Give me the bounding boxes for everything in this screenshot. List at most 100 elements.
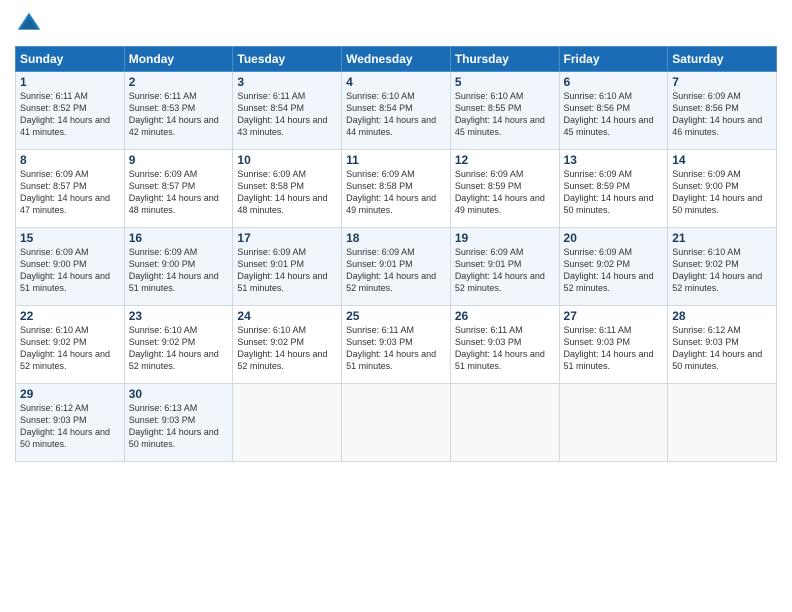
day-info: Sunrise: 6:10 AM Sunset: 9:02 PM Dayligh… bbox=[672, 246, 772, 295]
sunset: Sunset: 9:02 PM bbox=[672, 259, 739, 269]
sunrise: Sunrise: 6:10 AM bbox=[20, 325, 89, 335]
day-cell: 24 Sunrise: 6:10 AM Sunset: 9:02 PM Dayl… bbox=[233, 306, 342, 384]
day-number: 23 bbox=[129, 309, 229, 323]
day-info: Sunrise: 6:13 AM Sunset: 9:03 PM Dayligh… bbox=[129, 402, 229, 451]
sunrise: Sunrise: 6:09 AM bbox=[672, 169, 741, 179]
sunset: Sunset: 9:00 PM bbox=[129, 259, 196, 269]
sunrise: Sunrise: 6:10 AM bbox=[564, 91, 633, 101]
day-info: Sunrise: 6:09 AM Sunset: 8:59 PM Dayligh… bbox=[455, 168, 555, 217]
sunrise: Sunrise: 6:10 AM bbox=[237, 325, 306, 335]
daylight: Daylight: 14 hours and 51 minutes. bbox=[237, 271, 327, 293]
day-cell: 22 Sunrise: 6:10 AM Sunset: 9:02 PM Dayl… bbox=[16, 306, 125, 384]
day-cell: 18 Sunrise: 6:09 AM Sunset: 9:01 PM Dayl… bbox=[342, 228, 451, 306]
daylight: Daylight: 14 hours and 43 minutes. bbox=[237, 115, 327, 137]
day-info: Sunrise: 6:09 AM Sunset: 9:02 PM Dayligh… bbox=[564, 246, 664, 295]
week-row-1: 1 Sunrise: 6:11 AM Sunset: 8:52 PM Dayli… bbox=[16, 72, 777, 150]
day-cell: 23 Sunrise: 6:10 AM Sunset: 9:02 PM Dayl… bbox=[124, 306, 233, 384]
logo-icon bbox=[15, 10, 43, 38]
sunset: Sunset: 9:00 PM bbox=[20, 259, 87, 269]
day-info: Sunrise: 6:09 AM Sunset: 8:59 PM Dayligh… bbox=[564, 168, 664, 217]
sunrise: Sunrise: 6:09 AM bbox=[237, 247, 306, 257]
day-info: Sunrise: 6:11 AM Sunset: 8:54 PM Dayligh… bbox=[237, 90, 337, 139]
daylight: Daylight: 14 hours and 52 minutes. bbox=[455, 271, 545, 293]
day-number: 25 bbox=[346, 309, 446, 323]
day-cell bbox=[233, 384, 342, 462]
daylight: Daylight: 14 hours and 52 minutes. bbox=[20, 349, 110, 371]
day-cell: 4 Sunrise: 6:10 AM Sunset: 8:54 PM Dayli… bbox=[342, 72, 451, 150]
day-cell: 20 Sunrise: 6:09 AM Sunset: 9:02 PM Dayl… bbox=[559, 228, 668, 306]
day-number: 4 bbox=[346, 75, 446, 89]
sunrise: Sunrise: 6:09 AM bbox=[20, 247, 89, 257]
day-info: Sunrise: 6:11 AM Sunset: 9:03 PM Dayligh… bbox=[455, 324, 555, 373]
daylight: Daylight: 14 hours and 52 minutes. bbox=[346, 271, 436, 293]
sunrise: Sunrise: 6:11 AM bbox=[564, 325, 632, 335]
week-row-3: 15 Sunrise: 6:09 AM Sunset: 9:00 PM Dayl… bbox=[16, 228, 777, 306]
sunset: Sunset: 8:58 PM bbox=[346, 181, 413, 191]
day-info: Sunrise: 6:09 AM Sunset: 8:58 PM Dayligh… bbox=[237, 168, 337, 217]
day-cell: 2 Sunrise: 6:11 AM Sunset: 8:53 PM Dayli… bbox=[124, 72, 233, 150]
day-number: 28 bbox=[672, 309, 772, 323]
col-header-friday: Friday bbox=[559, 47, 668, 72]
week-row-5: 29 Sunrise: 6:12 AM Sunset: 9:03 PM Dayl… bbox=[16, 384, 777, 462]
sunset: Sunset: 8:56 PM bbox=[672, 103, 739, 113]
day-number: 26 bbox=[455, 309, 555, 323]
day-number: 29 bbox=[20, 387, 120, 401]
sunrise: Sunrise: 6:10 AM bbox=[455, 91, 524, 101]
col-header-thursday: Thursday bbox=[450, 47, 559, 72]
sunset: Sunset: 8:56 PM bbox=[564, 103, 631, 113]
day-info: Sunrise: 6:10 AM Sunset: 8:54 PM Dayligh… bbox=[346, 90, 446, 139]
daylight: Daylight: 14 hours and 45 minutes. bbox=[564, 115, 654, 137]
day-cell: 26 Sunrise: 6:11 AM Sunset: 9:03 PM Dayl… bbox=[450, 306, 559, 384]
day-info: Sunrise: 6:09 AM Sunset: 9:01 PM Dayligh… bbox=[237, 246, 337, 295]
day-cell: 17 Sunrise: 6:09 AM Sunset: 9:01 PM Dayl… bbox=[233, 228, 342, 306]
daylight: Daylight: 14 hours and 46 minutes. bbox=[672, 115, 762, 137]
sunset: Sunset: 8:59 PM bbox=[455, 181, 522, 191]
day-info: Sunrise: 6:10 AM Sunset: 9:02 PM Dayligh… bbox=[20, 324, 120, 373]
day-number: 6 bbox=[564, 75, 664, 89]
day-info: Sunrise: 6:12 AM Sunset: 9:03 PM Dayligh… bbox=[672, 324, 772, 373]
day-number: 9 bbox=[129, 153, 229, 167]
day-info: Sunrise: 6:10 AM Sunset: 9:02 PM Dayligh… bbox=[237, 324, 337, 373]
daylight: Daylight: 14 hours and 52 minutes. bbox=[237, 349, 327, 371]
day-number: 15 bbox=[20, 231, 120, 245]
sunrise: Sunrise: 6:10 AM bbox=[129, 325, 198, 335]
sunset: Sunset: 9:01 PM bbox=[346, 259, 413, 269]
sunrise: Sunrise: 6:09 AM bbox=[455, 247, 524, 257]
day-cell: 8 Sunrise: 6:09 AM Sunset: 8:57 PM Dayli… bbox=[16, 150, 125, 228]
sunrise: Sunrise: 6:09 AM bbox=[564, 247, 633, 257]
sunset: Sunset: 9:02 PM bbox=[237, 337, 304, 347]
daylight: Daylight: 14 hours and 48 minutes. bbox=[129, 193, 219, 215]
day-cell: 25 Sunrise: 6:11 AM Sunset: 9:03 PM Dayl… bbox=[342, 306, 451, 384]
day-info: Sunrise: 6:11 AM Sunset: 9:03 PM Dayligh… bbox=[564, 324, 664, 373]
daylight: Daylight: 14 hours and 48 minutes. bbox=[237, 193, 327, 215]
sunset: Sunset: 8:57 PM bbox=[20, 181, 87, 191]
day-number: 12 bbox=[455, 153, 555, 167]
daylight: Daylight: 14 hours and 41 minutes. bbox=[20, 115, 110, 137]
day-number: 10 bbox=[237, 153, 337, 167]
day-cell: 21 Sunrise: 6:10 AM Sunset: 9:02 PM Dayl… bbox=[668, 228, 777, 306]
daylight: Daylight: 14 hours and 50 minutes. bbox=[672, 193, 762, 215]
sunset: Sunset: 8:59 PM bbox=[564, 181, 631, 191]
day-info: Sunrise: 6:10 AM Sunset: 8:55 PM Dayligh… bbox=[455, 90, 555, 139]
day-number: 14 bbox=[672, 153, 772, 167]
day-info: Sunrise: 6:10 AM Sunset: 8:56 PM Dayligh… bbox=[564, 90, 664, 139]
sunset: Sunset: 8:52 PM bbox=[20, 103, 87, 113]
day-number: 13 bbox=[564, 153, 664, 167]
day-cell: 10 Sunrise: 6:09 AM Sunset: 8:58 PM Dayl… bbox=[233, 150, 342, 228]
sunset: Sunset: 9:03 PM bbox=[346, 337, 413, 347]
day-cell: 7 Sunrise: 6:09 AM Sunset: 8:56 PM Dayli… bbox=[668, 72, 777, 150]
day-cell: 15 Sunrise: 6:09 AM Sunset: 9:00 PM Dayl… bbox=[16, 228, 125, 306]
daylight: Daylight: 14 hours and 47 minutes. bbox=[20, 193, 110, 215]
day-number: 7 bbox=[672, 75, 772, 89]
sunset: Sunset: 9:03 PM bbox=[672, 337, 739, 347]
sunset: Sunset: 9:01 PM bbox=[455, 259, 522, 269]
sunrise: Sunrise: 6:12 AM bbox=[20, 403, 89, 413]
day-number: 5 bbox=[455, 75, 555, 89]
week-row-4: 22 Sunrise: 6:10 AM Sunset: 9:02 PM Dayl… bbox=[16, 306, 777, 384]
sunset: Sunset: 8:54 PM bbox=[237, 103, 304, 113]
day-cell: 30 Sunrise: 6:13 AM Sunset: 9:03 PM Dayl… bbox=[124, 384, 233, 462]
daylight: Daylight: 14 hours and 51 minutes. bbox=[564, 349, 654, 371]
day-number: 24 bbox=[237, 309, 337, 323]
sunset: Sunset: 9:01 PM bbox=[237, 259, 304, 269]
sunrise: Sunrise: 6:13 AM bbox=[129, 403, 198, 413]
